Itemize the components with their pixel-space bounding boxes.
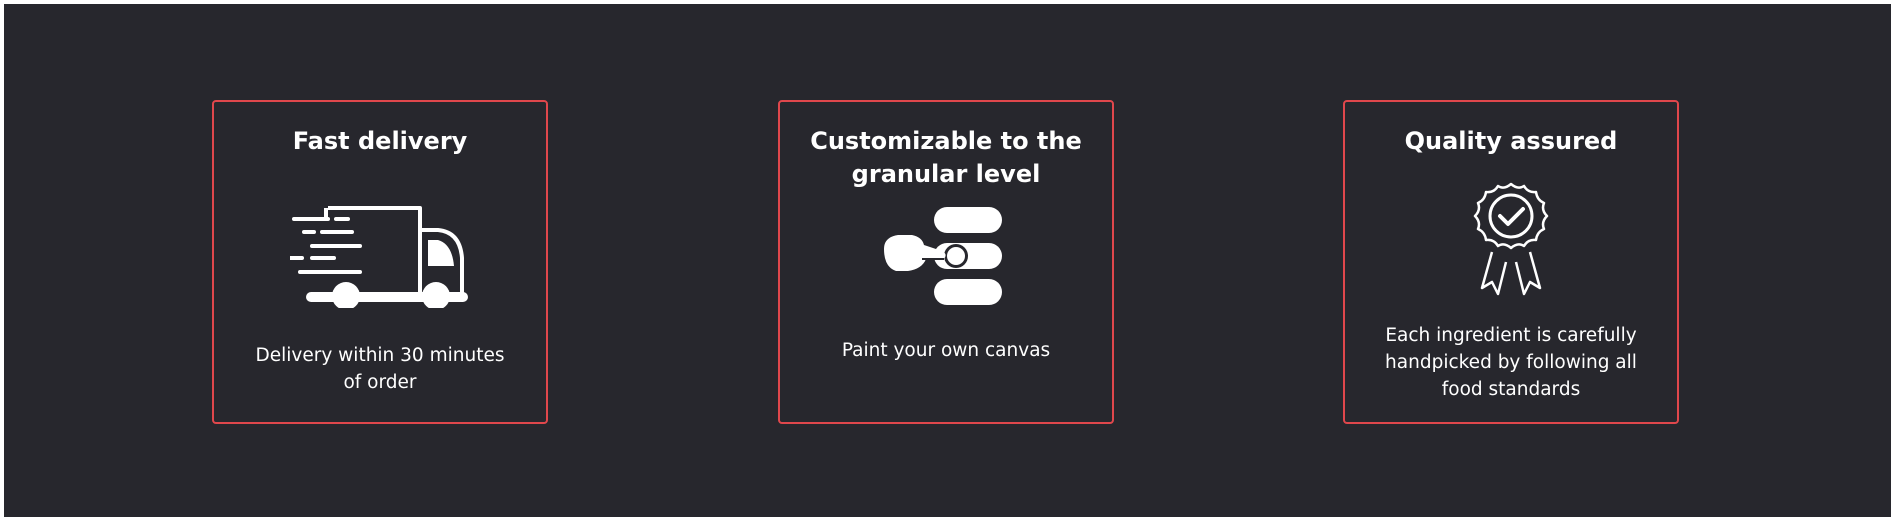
quality-badge-icon <box>1466 182 1556 296</box>
feature-card-quality-assured: Quality assured Each ingredient is caref… <box>1343 100 1679 424</box>
delivery-truck-icon <box>288 198 470 310</box>
features-section: Fast delivery Delivery within 30 minutes… <box>4 4 1891 517</box>
feature-description: Each ingredient is carefully handpicked … <box>1385 325 1637 400</box>
feature-title: Fast delivery <box>292 127 468 155</box>
feature-card-fast-delivery: Fast delivery Delivery within 30 minutes… <box>212 100 548 424</box>
feature-title: Quality assured <box>1404 127 1618 155</box>
feature-description: Delivery within 30 minutes of order <box>255 345 505 393</box>
customize-toggle-icon <box>882 207 1010 309</box>
feature-card-customizable: Customizable to the granular level Paint… <box>778 100 1114 424</box>
feature-title: Customizable to the granular level <box>810 127 1082 188</box>
feature-description: Paint your own canvas <box>841 340 1051 361</box>
